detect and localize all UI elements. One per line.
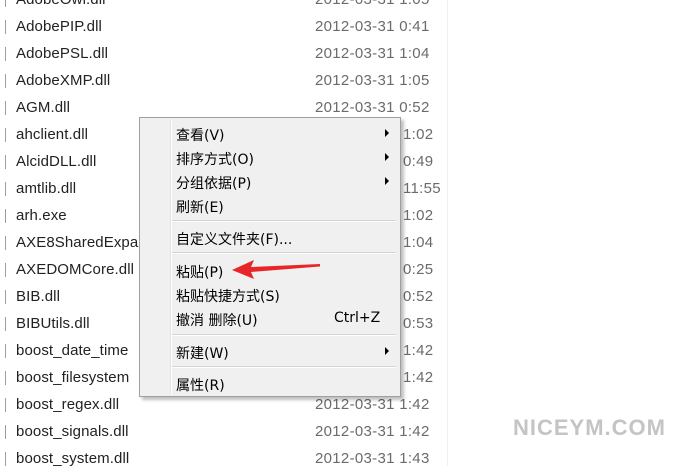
menu-item-new[interactable]: 新建(W) <box>140 339 400 363</box>
file-icon <box>5 425 9 439</box>
file-date: 0:49 <box>403 153 434 170</box>
file-date: 2012-03-31 0:41 <box>315 18 430 35</box>
menu-item-label: 查看(V) <box>176 128 225 144</box>
submenu-arrow-icon <box>385 153 389 161</box>
file-date: 1:42 <box>403 342 434 359</box>
menu-item-undo-delete[interactable]: 撤消 删除(U) Ctrl+Z <box>140 306 400 330</box>
menu-item-label: 撤消 删除(U) <box>176 313 258 329</box>
file-icon <box>5 290 9 304</box>
file-name: amtlib.dll <box>16 180 77 197</box>
file-name: boost_date_time <box>16 342 129 359</box>
arrow-icon <box>232 260 320 279</box>
file-row[interactable]: boost_signals.dll 2012-03-31 1:42 <box>0 420 450 446</box>
file-icon <box>5 128 9 142</box>
menu-separator <box>172 366 396 368</box>
file-date: 0:53 <box>403 315 434 332</box>
file-date: 11:55 <box>403 180 441 197</box>
file-row[interactable]: AdobeXMP.dll 2012-03-31 1:05 <box>0 69 450 95</box>
file-row[interactable]: boost_system.dll 2012-03-31 1:43 <box>0 447 450 473</box>
file-name: boost_system.dll <box>16 450 130 467</box>
menu-separator <box>172 220 396 222</box>
file-date: 2012-03-31 1:42 <box>315 423 430 440</box>
file-date: 2012-03-31 1:43 <box>315 450 430 467</box>
file-date: 2012-03-31 1:04 <box>315 45 430 62</box>
file-date: 2012-03-31 0:52 <box>315 99 430 116</box>
menu-item-label: 属性(R) <box>176 378 225 394</box>
file-name: boost_filesystem <box>16 369 130 386</box>
file-date: 0:52 <box>403 288 434 305</box>
file-date: 1:04 <box>403 234 434 251</box>
file-name: AdobeOwl.dll <box>16 0 106 8</box>
file-icon <box>5 0 9 7</box>
file-row[interactable]: AdobePIP.dll 2012-03-31 0:41 <box>0 15 450 41</box>
context-menu: 查看(V) 排序方式(O) 分组依据(P) 刷新(E) 自定义文件夹(F)...… <box>139 117 401 397</box>
menu-separator <box>172 252 396 254</box>
file-row[interactable]: AdobeOwl.dll 2012-03-31 1:05 <box>0 0 450 14</box>
file-icon <box>5 263 9 277</box>
file-icon <box>5 371 9 385</box>
file-date: 2012-03-31 1:05 <box>315 0 430 8</box>
submenu-arrow-icon <box>385 347 389 355</box>
file-icon <box>5 74 9 88</box>
file-name: AdobePSL.dll <box>16 45 109 62</box>
menu-item-label: 粘贴(P) <box>176 265 224 281</box>
file-icon <box>5 155 9 169</box>
file-name: boost_signals.dll <box>16 423 129 440</box>
file-icon <box>5 452 9 466</box>
file-name: boost_regex.dll <box>16 396 120 413</box>
file-name: BIBUtils.dll <box>16 315 90 332</box>
exe-file-icon <box>5 209 9 223</box>
file-icon <box>5 20 9 34</box>
file-icon <box>5 47 9 61</box>
file-name: BIB.dll <box>16 288 61 305</box>
file-date: 2012-03-31 1:05 <box>315 72 430 89</box>
menu-item-label: 粘贴快捷方式(S) <box>176 289 280 305</box>
menu-item-properties[interactable]: 属性(R) <box>140 371 400 395</box>
file-name: AXEDOMCore.dll <box>16 261 135 278</box>
file-icon <box>5 344 9 358</box>
file-icon <box>5 182 9 196</box>
menu-item-label: 自定义文件夹(F)... <box>176 232 293 248</box>
file-date: 1:02 <box>403 207 434 224</box>
menu-separator <box>172 334 396 336</box>
menu-item-label: 分组依据(P) <box>176 176 252 192</box>
file-date: 2012-03-31 1:42 <box>315 396 430 413</box>
menu-item-group-by[interactable]: 分组依据(P) <box>140 169 400 193</box>
menu-item-paste-shortcut[interactable]: 粘贴快捷方式(S) <box>140 282 400 306</box>
file-name: AXE8SharedExpa <box>16 234 139 251</box>
file-date: 0:25 <box>403 261 434 278</box>
file-icon <box>5 398 9 412</box>
file-date: 1:02 <box>403 126 434 143</box>
submenu-arrow-icon <box>385 177 389 185</box>
file-name: AdobeXMP.dll <box>16 72 111 89</box>
watermark: NICEYM.COM <box>513 415 666 440</box>
menu-item-view[interactable]: 查看(V) <box>140 121 400 145</box>
menu-item-customize-folder[interactable]: 自定义文件夹(F)... <box>140 225 400 249</box>
file-icon <box>5 101 9 115</box>
file-date: 1:42 <box>403 369 434 386</box>
file-name: AdobePIP.dll <box>16 18 102 35</box>
file-name: ahclient.dll <box>16 126 89 143</box>
menu-item-refresh[interactable]: 刷新(E) <box>140 193 400 217</box>
menu-item-label: 新建(W) <box>176 346 229 362</box>
file-name: AlcidDLL.dll <box>16 153 97 170</box>
submenu-arrow-icon <box>385 129 389 137</box>
file-name: arh.exe <box>16 207 67 224</box>
file-icon <box>5 317 9 331</box>
menu-item-label: 排序方式(O) <box>176 152 254 168</box>
file-icon <box>5 236 9 250</box>
file-row[interactable]: AdobePSL.dll 2012-03-31 1:04 <box>0 42 450 68</box>
file-name: AGM.dll <box>16 99 71 116</box>
menu-item-sort-by[interactable]: 排序方式(O) <box>140 145 400 169</box>
menu-item-shortcut: Ctrl+Z <box>334 310 381 326</box>
red-arrow-annotation <box>232 260 320 279</box>
menu-item-label: 刷新(E) <box>176 200 224 216</box>
